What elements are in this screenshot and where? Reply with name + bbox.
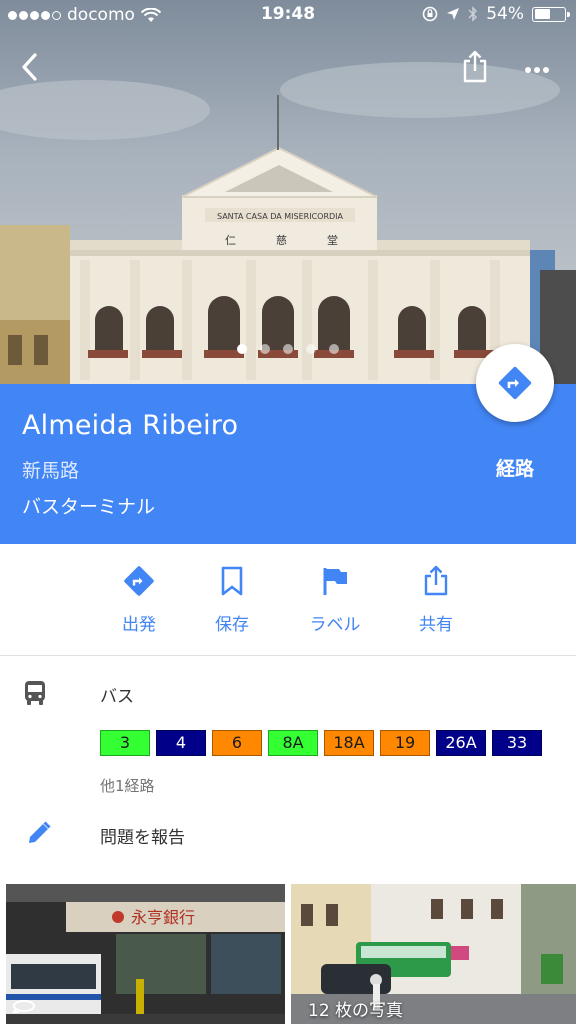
- pager-dot[interactable]: [237, 344, 247, 354]
- transit-type-label: バス: [100, 687, 134, 707]
- more-dots-icon: [525, 67, 549, 73]
- status-bar: docomo 19:48 54%: [0, 0, 576, 30]
- orientation-lock-icon: [422, 6, 438, 22]
- bus-route-chip[interactable]: 26A: [436, 730, 486, 756]
- directions-icon: [498, 366, 532, 400]
- place-title: Almeida Ribeiro: [22, 410, 239, 441]
- bus-icon: [24, 680, 46, 710]
- bus-route-chip[interactable]: 4: [156, 730, 206, 756]
- edit-pencil-icon: [26, 820, 52, 850]
- pager-dot[interactable]: [283, 344, 293, 354]
- report-problem-link[interactable]: 問題を報告: [100, 823, 185, 848]
- depart-action[interactable]: 出発: [94, 564, 184, 635]
- bus-route-list: 3 4 6 8A 18A 19 26A 33: [100, 730, 542, 756]
- place-category: バスターミナル: [22, 496, 156, 518]
- building-illustration: SANTA CASA DA MISERICORDIA 仁 慈 堂: [0, 0, 576, 384]
- street-view-icon: [12, 1000, 35, 1013]
- building-sign-text: SANTA CASA DA MISERICORDIA: [217, 212, 344, 221]
- status-right: 54%: [422, 4, 570, 24]
- battery-icon: [532, 6, 570, 22]
- bus-route-chip[interactable]: 33: [492, 730, 542, 756]
- hero-photo[interactable]: SANTA CASA DA MISERICORDIA 仁 慈 堂: [0, 0, 576, 384]
- directions-icon: [124, 566, 154, 596]
- building-char-3: 堂: [327, 234, 338, 247]
- photo-thumbnail-1[interactable]: 永亨銀行: [6, 884, 285, 1024]
- share-action[interactable]: 共有: [391, 564, 481, 635]
- more-options-button[interactable]: [524, 60, 550, 79]
- flag-icon: [323, 568, 347, 595]
- place-local-name: 新馬路: [22, 460, 80, 482]
- share-icon: [463, 50, 487, 83]
- depart-label: 出発: [122, 615, 156, 635]
- bus-route-chip[interactable]: 19: [380, 730, 430, 756]
- directions-fab[interactable]: [476, 344, 554, 422]
- pager-dot[interactable]: [306, 344, 316, 354]
- pager-dot[interactable]: [260, 344, 270, 354]
- label-action[interactable]: ラベル: [290, 564, 380, 635]
- photo-strip: 永亨銀行 12 枚の写真: [0, 884, 576, 1024]
- actions-row: 出発 保存 ラベル 共有: [0, 544, 576, 656]
- header-share-button[interactable]: [461, 50, 489, 88]
- photo-count-label[interactable]: 12 枚の写真: [308, 996, 403, 1021]
- pager-dot[interactable]: [329, 344, 339, 354]
- share-icon: [424, 565, 448, 596]
- route-button-label[interactable]: 経路: [480, 454, 550, 481]
- bus-route-chip[interactable]: 3: [100, 730, 150, 756]
- back-button[interactable]: [18, 52, 42, 86]
- save-label: 保存: [215, 615, 249, 635]
- bluetooth-icon: [468, 6, 478, 22]
- place-details-screen: SANTA CASA DA MISERICORDIA 仁 慈 堂 docomo …: [0, 0, 576, 1024]
- battery-fill: [534, 9, 550, 19]
- location-arrow-icon: [447, 8, 460, 20]
- building-char-2: 慈: [276, 233, 287, 247]
- back-chevron-icon: [22, 53, 37, 81]
- bookmark-icon: [221, 566, 243, 596]
- other-routes-link[interactable]: 他1経路: [100, 775, 155, 796]
- battery-percent: 54%: [486, 4, 524, 24]
- bus-route-chip[interactable]: 6: [212, 730, 262, 756]
- bus-route-chip[interactable]: 18A: [324, 730, 374, 756]
- save-action[interactable]: 保存: [187, 564, 277, 635]
- bank-street-photo: 永亨銀行: [6, 884, 285, 1024]
- label-label: ラベル: [309, 615, 361, 635]
- bank-sign-text: 永亨銀行: [131, 908, 195, 927]
- bus-route-chip[interactable]: 8A: [268, 730, 318, 756]
- building-char-1: 仁: [225, 234, 236, 247]
- share-label: 共有: [419, 615, 453, 635]
